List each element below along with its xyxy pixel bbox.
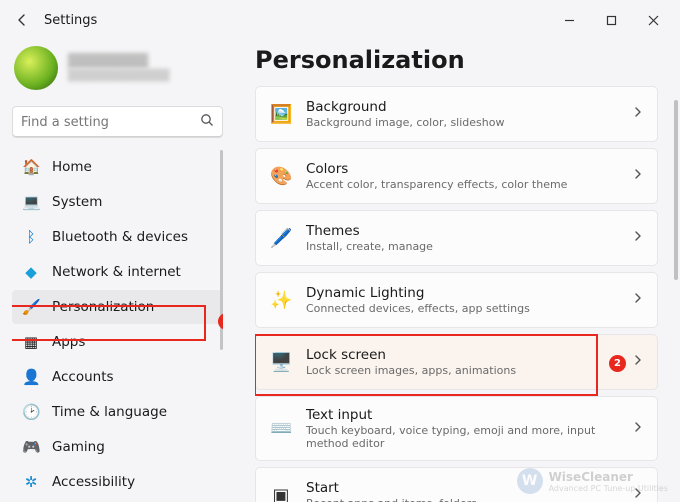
avatar: [14, 46, 58, 90]
card-title: Colors: [306, 161, 619, 177]
titlebar: Settings: [0, 0, 680, 40]
chevron-right-icon: [633, 230, 643, 246]
sidebar-item-accounts[interactable]: 👤 Accounts: [12, 360, 223, 394]
sidebar-item-time-language[interactable]: 🕑 Time & language: [12, 395, 223, 429]
nav-label: Network & internet: [52, 264, 181, 280]
arrow-left-icon: [15, 12, 31, 28]
minimize-icon: [564, 15, 575, 26]
chevron-right-icon: [633, 421, 643, 437]
sidebar-item-system[interactable]: 💻 System: [12, 185, 223, 219]
profile-section[interactable]: ████████ ████████████: [12, 40, 223, 102]
main-panel: Personalization 2 🖼️ BackgroundBackground…: [235, 40, 680, 502]
card-title: Themes: [306, 223, 619, 239]
card-subtitle: Touch keyboard, voice typing, emoji and …: [306, 424, 619, 450]
settings-item-colors[interactable]: 🎨 ColorsAccent color, transparency effect…: [255, 148, 658, 204]
chevron-right-icon: [633, 106, 643, 122]
nav-icon: 🕑: [22, 403, 40, 421]
maximize-icon: [606, 15, 617, 26]
card-icon: ✨: [270, 290, 292, 311]
sidebar-item-home[interactable]: 🏠 Home: [12, 150, 223, 184]
card-title: Dynamic Lighting: [306, 285, 619, 301]
card-subtitle: Recent apps and items, folders: [306, 497, 619, 502]
minimize-button[interactable]: [548, 5, 590, 35]
nav-icon: 🎮: [22, 438, 40, 456]
sidebar-item-network-internet[interactable]: ◆ Network & internet: [12, 255, 223, 289]
window-title: Settings: [44, 13, 97, 28]
profile-email: ████████████: [68, 69, 170, 82]
nav-icon: ▦: [22, 333, 40, 351]
close-icon: [648, 15, 659, 26]
card-subtitle: Connected devices, effects, app settings: [306, 302, 619, 315]
watermark: W WiseCleaner Advanced PC Tune-up Utilit…: [517, 468, 668, 494]
annotation-badge-2: 2: [609, 355, 626, 372]
sidebar-item-bluetooth-devices[interactable]: ᛒ Bluetooth & devices: [12, 220, 223, 254]
card-icon: ▣: [270, 485, 292, 502]
nav-icon: 🏠: [22, 158, 40, 176]
nav-label: Personalization: [52, 299, 154, 315]
settings-list: 2 🖼️ BackgroundBackground image, color, s…: [255, 86, 666, 502]
sidebar-item-apps[interactable]: ▦ Apps: [12, 325, 223, 359]
card-subtitle: Background image, color, slideshow: [306, 116, 619, 129]
profile-name: ████████: [68, 54, 170, 69]
watermark-title: WiseCleaner: [549, 470, 668, 484]
nav-icon: 💻: [22, 193, 40, 211]
nav-label: Gaming: [52, 439, 105, 455]
settings-item-background[interactable]: 🖼️ BackgroundBackground image, color, sli…: [255, 86, 658, 142]
chevron-right-icon: [633, 292, 643, 308]
page-title: Personalization: [255, 46, 666, 74]
card-subtitle: Accent color, transparency effects, colo…: [306, 178, 619, 191]
watermark-subtitle: Advanced PC Tune-up Utilities: [549, 484, 668, 493]
card-title: Lock screen: [306, 347, 619, 363]
search-icon: [200, 113, 214, 131]
settings-item-lock-screen[interactable]: 🖥️ Lock screenLock screen images, apps, a…: [255, 334, 658, 390]
nav-label: System: [52, 194, 102, 210]
nav-icon: 🖌️: [22, 298, 40, 316]
card-subtitle: Lock screen images, apps, animations: [306, 364, 619, 377]
nav-label: Bluetooth & devices: [52, 229, 188, 245]
card-title: Background: [306, 99, 619, 115]
close-button[interactable]: [632, 5, 674, 35]
nav-label: Home: [52, 159, 92, 175]
sidebar-item-personalization[interactable]: 🖌️ Personalization: [12, 290, 223, 324]
card-icon: 🎨: [270, 166, 292, 187]
watermark-logo: W: [517, 468, 543, 494]
nav-label: Accessibility: [52, 474, 135, 490]
maximize-button[interactable]: [590, 5, 632, 35]
card-icon: 🖼️: [270, 104, 292, 125]
nav-label: Accounts: [52, 369, 114, 385]
card-icon: 🖊️: [270, 228, 292, 249]
chevron-right-icon: [633, 354, 643, 370]
sidebar-item-accessibility[interactable]: ✲ Accessibility: [12, 465, 223, 492]
settings-item-dynamic-lighting[interactable]: ✨ Dynamic LightingConnected devices, effe…: [255, 272, 658, 328]
card-icon: 🖥️: [270, 352, 292, 373]
scrollbar-thumb[interactable]: [674, 100, 678, 280]
nav-list: 1 🏠Home💻SystemᛒBluetooth & devices◆Netwo…: [12, 150, 223, 492]
search-field[interactable]: [12, 106, 223, 138]
card-title: Text input: [306, 407, 619, 423]
nav-icon: 👤: [22, 368, 40, 386]
settings-item-themes[interactable]: 🖊️ ThemesInstall, create, manage: [255, 210, 658, 266]
nav-icon: ✲: [22, 473, 40, 491]
nav-label: Apps: [52, 334, 85, 350]
card-subtitle: Install, create, manage: [306, 240, 619, 253]
settings-item-text-input[interactable]: ⌨️ Text inputTouch keyboard, voice typing…: [255, 396, 658, 461]
search-input[interactable]: [21, 115, 200, 130]
back-button[interactable]: [6, 3, 40, 37]
chevron-right-icon: [633, 168, 643, 184]
nav-icon: ᛒ: [22, 228, 40, 246]
card-icon: ⌨️: [270, 418, 292, 439]
sidebar: ████████ ████████████ 1 🏠Home💻SystemᛒBlu…: [0, 40, 235, 502]
sidebar-item-gaming[interactable]: 🎮 Gaming: [12, 430, 223, 464]
nav-icon: ◆: [22, 263, 40, 281]
nav-label: Time & language: [52, 404, 167, 420]
